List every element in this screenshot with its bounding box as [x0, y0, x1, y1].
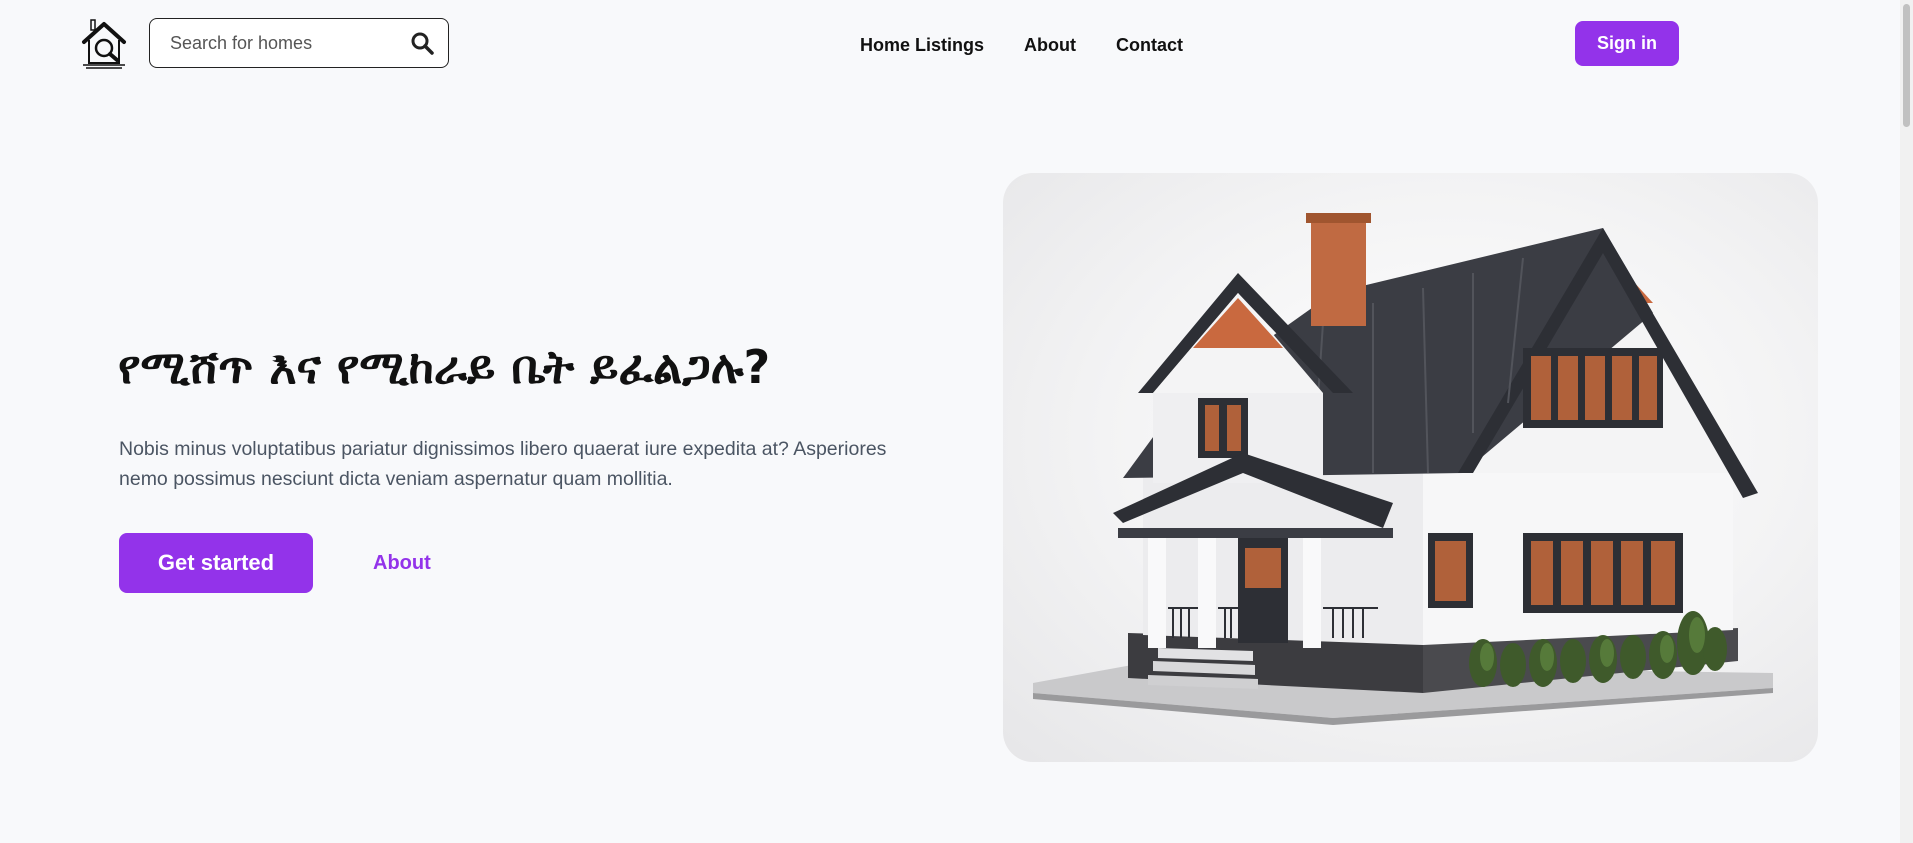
about-link[interactable]: About — [373, 548, 431, 578]
site-header: Home Listings About Contact Sign in — [0, 0, 1900, 90]
search-input[interactable] — [170, 32, 408, 54]
hero-title: የሚሸጥ እና የሚከራይ ቤት ይፈልጋሉ? — [118, 340, 771, 394]
hero-description: Nobis minus voluptatibus pariatur dignis… — [119, 434, 939, 494]
nav-contact[interactable]: Contact — [1116, 35, 1183, 56]
nav-about[interactable]: About — [1024, 35, 1076, 56]
get-started-button[interactable]: Get started — [119, 533, 313, 593]
scrollbar-thumb[interactable] — [1903, 4, 1910, 127]
nav-home-listings[interactable]: Home Listings — [860, 35, 984, 56]
main-nav: Home Listings About Contact — [860, 0, 1183, 90]
search-box — [149, 18, 449, 68]
hero-description-line-2: nemo possimus nesciunt dicta veniam aspe… — [119, 468, 673, 490]
sign-in-button[interactable]: Sign in — [1575, 21, 1679, 66]
search-icon[interactable] — [408, 29, 436, 57]
hero-description-line-1: Nobis minus voluptatibus pariatur dignis… — [119, 438, 887, 460]
page-scrollbar[interactable] — [1900, 0, 1913, 843]
house-illustration — [1003, 173, 1818, 762]
house-search-icon[interactable] — [80, 18, 128, 70]
